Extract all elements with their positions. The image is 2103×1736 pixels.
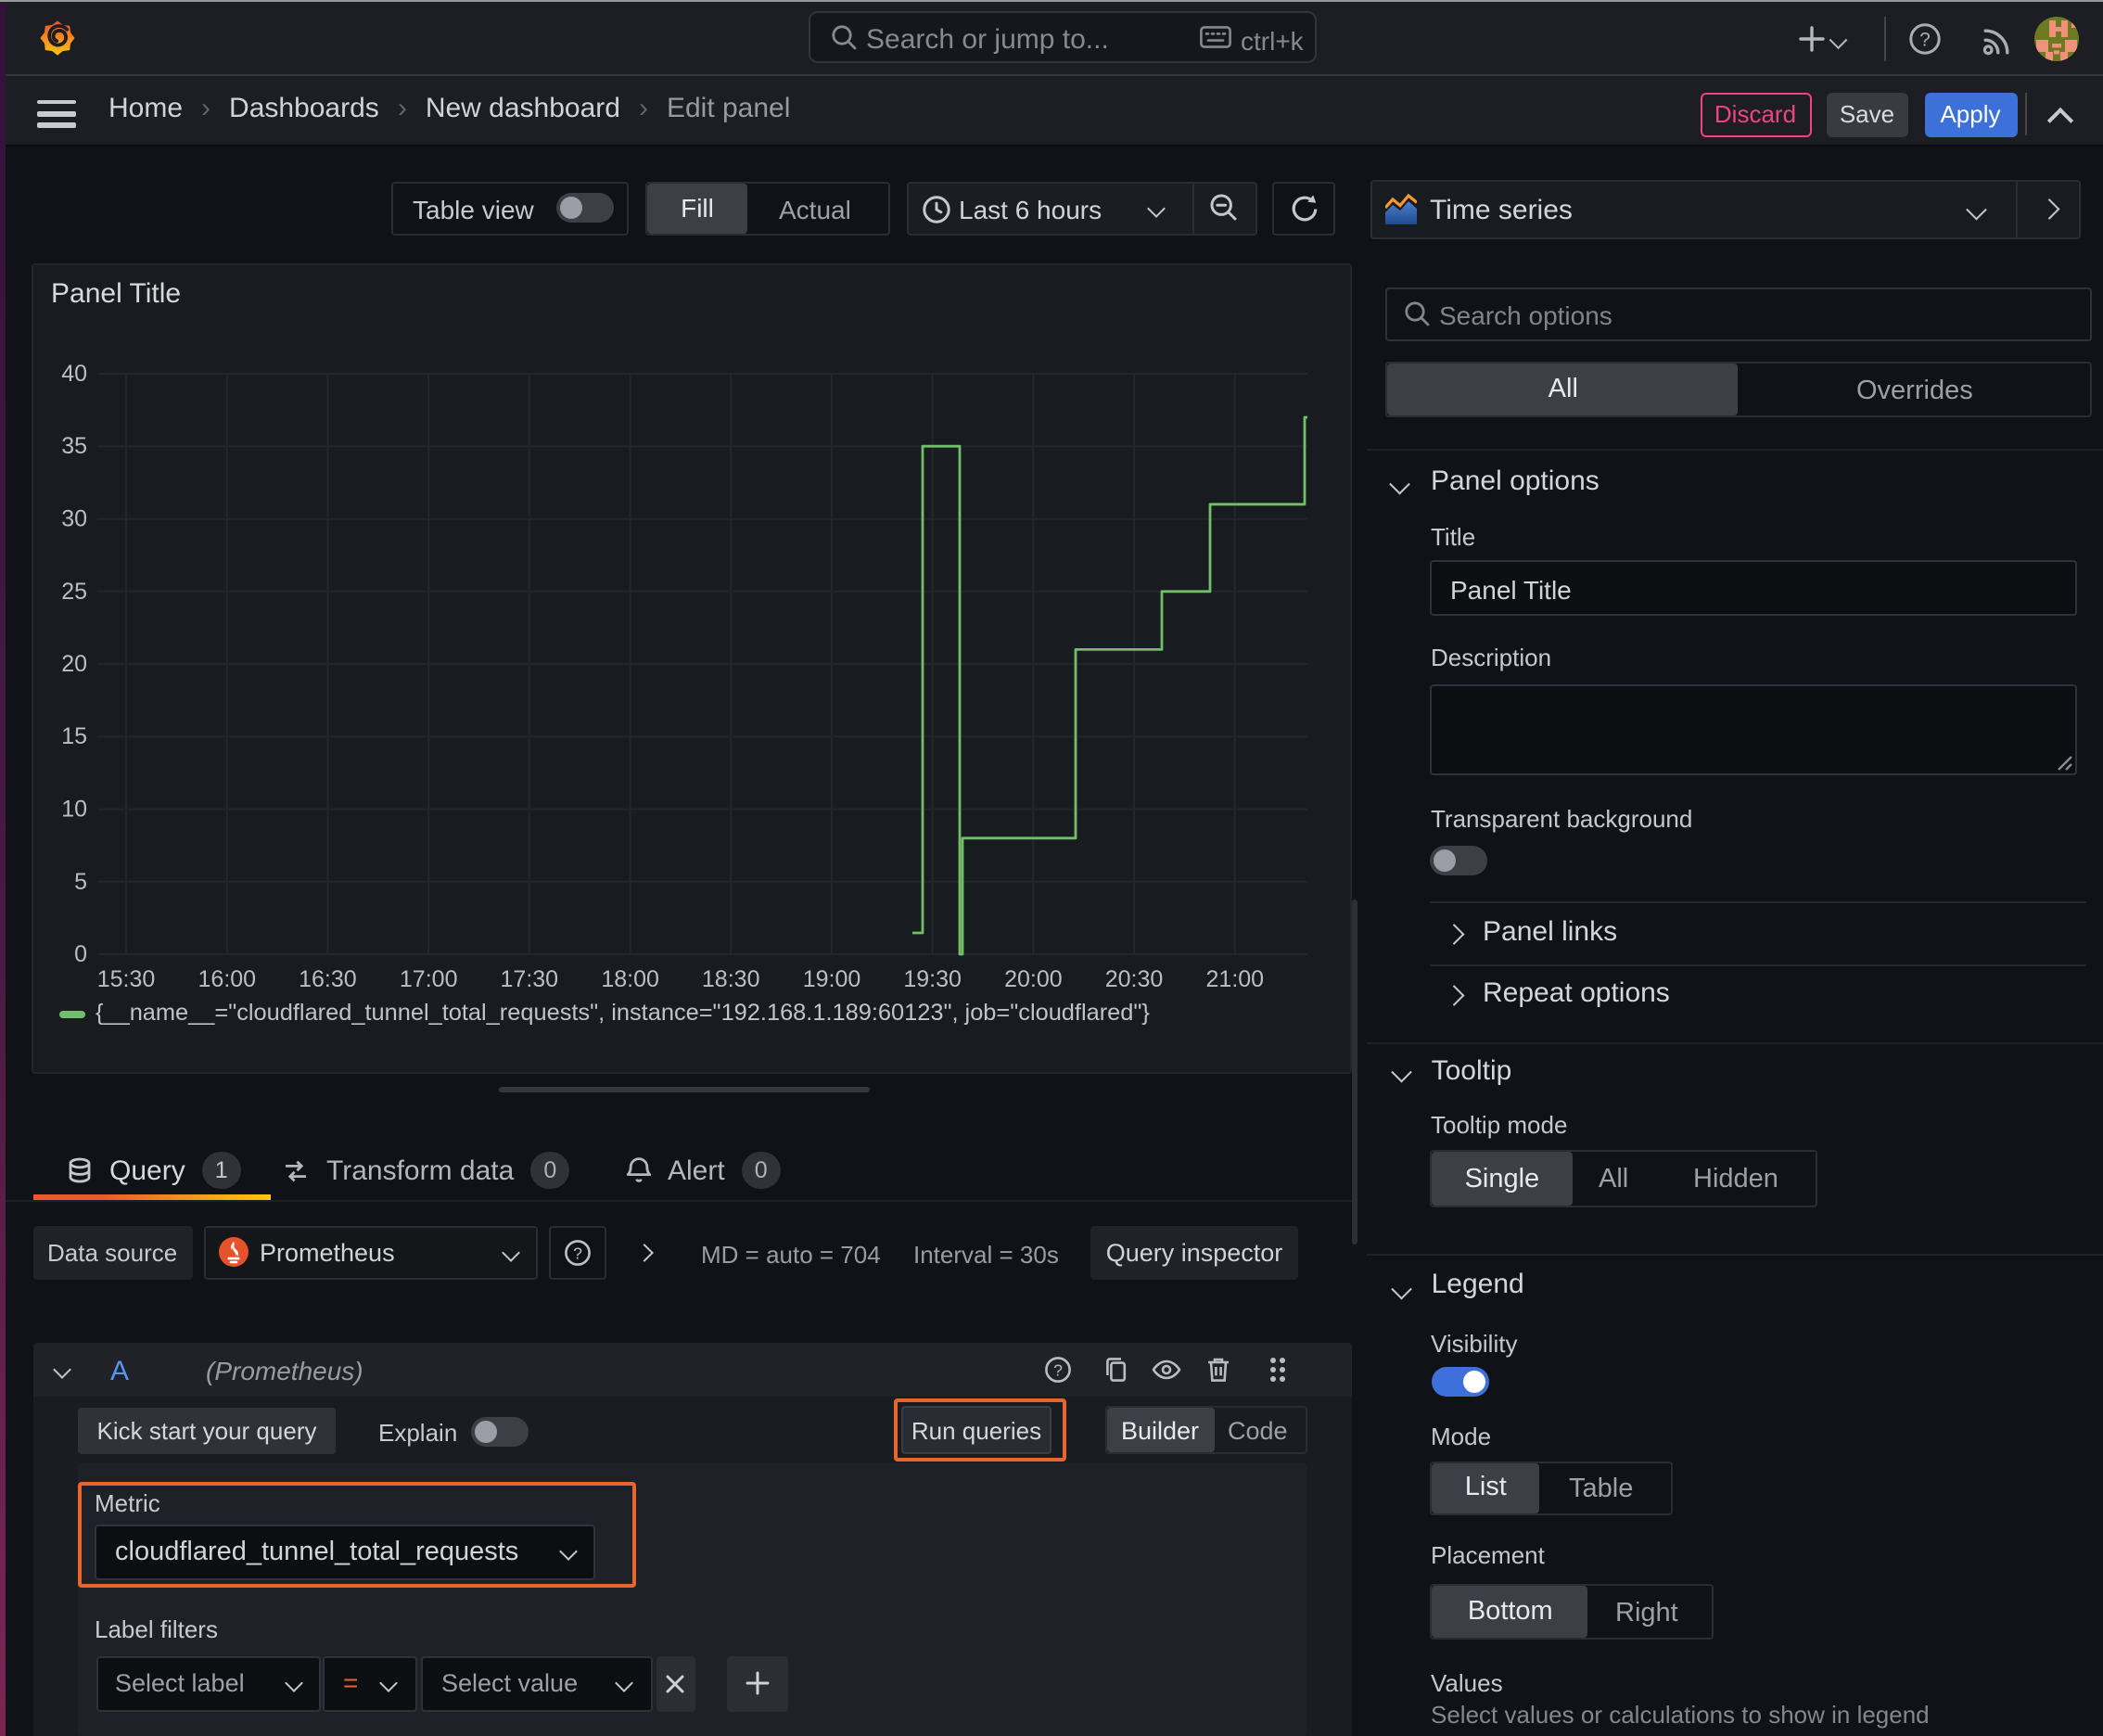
svg-text:18:30: 18:30 [701,965,759,991]
svg-text:16:00: 16:00 [198,965,256,991]
svg-text:?: ? [1053,1360,1063,1379]
svg-text:19:00: 19:00 [802,965,860,991]
svg-text:16:30: 16:30 [298,965,356,991]
svg-text:18:00: 18:00 [600,965,658,991]
svg-text:5: 5 [73,868,86,894]
svg-text:15: 15 [60,722,86,748]
svg-text:25: 25 [60,578,86,604]
svg-text:19:30: 19:30 [902,965,961,991]
svg-text:20:00: 20:00 [1003,965,1062,991]
svg-text:40: 40 [60,360,86,386]
svg-text:?: ? [1919,30,1931,51]
svg-text:15:30: 15:30 [96,965,155,991]
svg-text:35: 35 [60,432,86,458]
svg-text:?: ? [572,1243,581,1261]
svg-text:17:30: 17:30 [500,965,558,991]
svg-text:30: 30 [60,505,86,531]
svg-text:20:30: 20:30 [1104,965,1163,991]
svg-text:10: 10 [60,796,86,822]
svg-text:21:00: 21:00 [1205,965,1264,991]
svg-text:17:00: 17:00 [399,965,457,991]
svg-text:0: 0 [73,940,86,966]
svg-text:20: 20 [60,650,86,676]
